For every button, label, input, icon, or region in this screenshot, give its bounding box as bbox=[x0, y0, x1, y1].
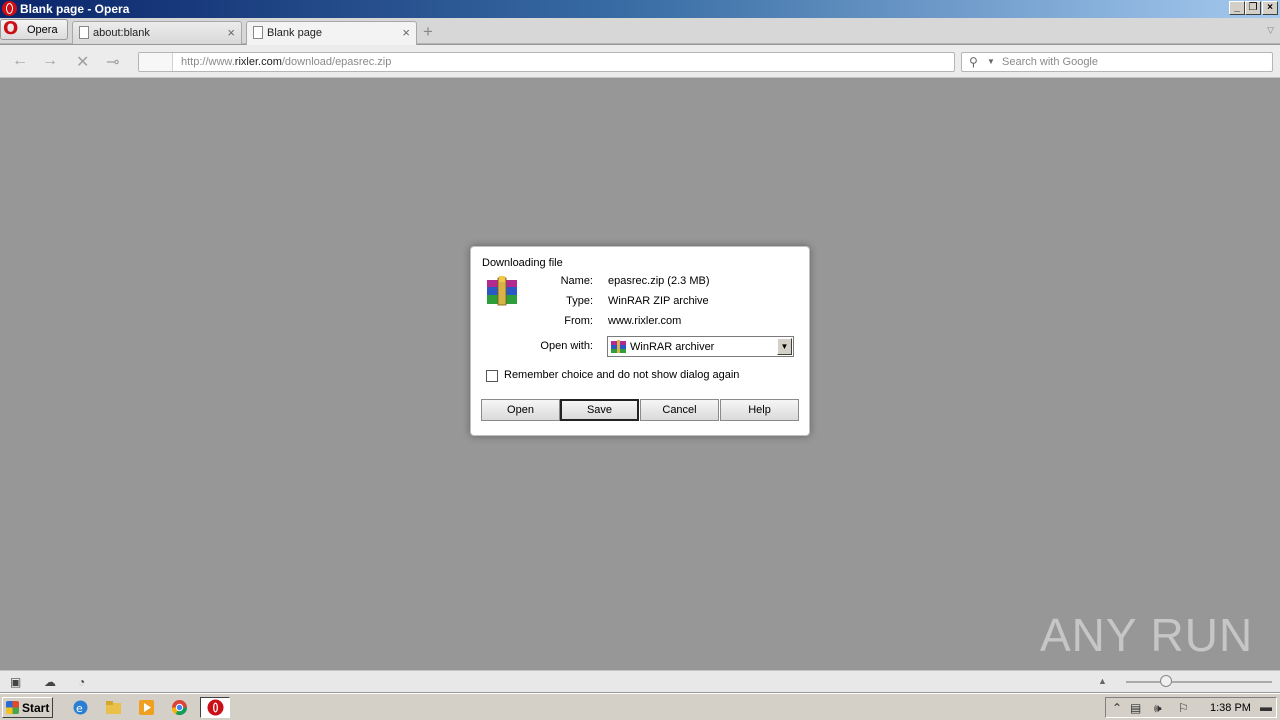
minimize-button[interactable]: _ bbox=[1229, 1, 1245, 15]
chrome-icon[interactable] bbox=[171, 699, 188, 716]
tab-about-blank[interactable]: about:blank × bbox=[72, 21, 242, 44]
window-title: Blank page - Opera bbox=[20, 2, 130, 16]
show-desktop-icon[interactable]: ▬ bbox=[1260, 700, 1272, 714]
tray-expand-icon[interactable]: ⌃ bbox=[1112, 701, 1122, 715]
opera-logo-icon bbox=[2, 1, 17, 16]
url-text: http://www.rixler.com/download/epasrec.z… bbox=[181, 56, 392, 68]
type-label: Type: bbox=[566, 295, 593, 307]
stop-icon[interactable]: ✕ bbox=[76, 52, 89, 72]
site-badge[interactable] bbox=[139, 53, 173, 71]
system-tray: ⌃ ▤ 🕪 ⚐ 1:38 PM ▬ bbox=[1105, 697, 1277, 718]
start-label: Start bbox=[22, 701, 50, 715]
taskbar-opera-button[interactable] bbox=[200, 697, 230, 718]
key-icon[interactable]: ⊸ bbox=[106, 52, 119, 72]
cancel-button[interactable]: Cancel bbox=[640, 399, 719, 421]
windows-logo-icon bbox=[6, 701, 19, 714]
name-value: epasrec.zip (2.3 MB) bbox=[608, 275, 710, 287]
zoom-up-icon[interactable]: ▲ bbox=[1098, 676, 1107, 686]
open-button[interactable]: Open bbox=[481, 399, 560, 421]
turbo-gauge-icon[interactable]: ◔ bbox=[78, 675, 85, 689]
anyrun-watermark: ANY RUN bbox=[1040, 609, 1254, 661]
remember-choice-checkbox[interactable] bbox=[486, 370, 498, 382]
open-with-value: WinRAR archiver bbox=[630, 341, 715, 353]
search-engine-dropdown-icon[interactable]: ▼ bbox=[987, 57, 995, 66]
search-input[interactable]: ⚲ ▼ Search with Google bbox=[961, 52, 1273, 72]
media-player-icon[interactable] bbox=[138, 699, 155, 716]
volume-icon[interactable]: 🕪 bbox=[1154, 701, 1162, 716]
opera-logo-icon bbox=[207, 699, 224, 716]
page-icon bbox=[253, 26, 263, 39]
restore-button[interactable]: ❐ bbox=[1245, 1, 1261, 15]
new-tab-icon[interactable]: + bbox=[423, 22, 433, 42]
status-bar: ▣ ☁ ◔ ▲ bbox=[0, 670, 1280, 692]
search-placeholder: Search with Google bbox=[1002, 56, 1098, 68]
dialog-title: Downloading file bbox=[482, 257, 563, 269]
tab-bar: O Opera about:blank × Blank page × + ▽ bbox=[0, 18, 1280, 45]
save-button[interactable]: Save bbox=[560, 399, 639, 421]
zoom-slider-handle[interactable] bbox=[1160, 675, 1172, 687]
from-label: From: bbox=[564, 315, 593, 327]
tab-menu-chevron-icon[interactable]: ▽ bbox=[1267, 25, 1274, 36]
search-icon: ⚲ bbox=[969, 55, 978, 69]
tab-label: Blank page bbox=[267, 27, 323, 39]
taskbar-clock[interactable]: 1:38 PM bbox=[1210, 702, 1251, 714]
close-window-button[interactable]: × bbox=[1262, 1, 1278, 15]
network-icon[interactable]: ▤ bbox=[1130, 701, 1141, 715]
type-value: WinRAR ZIP archive bbox=[608, 295, 709, 307]
start-button[interactable]: Start bbox=[2, 697, 53, 718]
internet-explorer-icon[interactable]: e bbox=[72, 699, 89, 716]
file-explorer-icon[interactable] bbox=[105, 699, 122, 716]
download-dialog: Downloading file Name: epasrec.zip (2.3 … bbox=[470, 246, 810, 436]
zoom-slider-track[interactable] bbox=[1126, 681, 1272, 683]
window-titlebar: Blank page - Opera _ ❐ × bbox=[0, 0, 1280, 18]
open-with-select[interactable]: WinRAR archiver ▼ bbox=[607, 336, 794, 357]
forward-icon[interactable]: → bbox=[42, 52, 58, 70]
help-button[interactable]: Help bbox=[720, 399, 799, 421]
remember-choice-label: Remember choice and do not show dialog a… bbox=[504, 369, 740, 381]
winrar-icon bbox=[611, 340, 626, 353]
opera-menu-label: Opera bbox=[27, 24, 58, 36]
address-bar[interactable]: http://www.rixler.com/download/epasrec.z… bbox=[138, 52, 955, 72]
panel-toggle-icon[interactable]: ▣ bbox=[10, 675, 21, 689]
page-icon bbox=[79, 26, 89, 39]
opera-logo-icon: O bbox=[3, 18, 19, 39]
back-icon[interactable]: ← bbox=[12, 52, 28, 70]
svg-text:e: e bbox=[76, 702, 83, 715]
tab-label: about:blank bbox=[93, 27, 150, 39]
chevron-down-icon[interactable]: ▼ bbox=[777, 338, 792, 355]
action-center-flag-icon[interactable]: ⚐ bbox=[1178, 701, 1189, 715]
close-tab-icon[interactable]: × bbox=[402, 25, 410, 40]
tab-blank-page[interactable]: Blank page × bbox=[246, 21, 417, 45]
navigation-bar: ← → ✕ ⊸ http://www.rixler.com/download/e… bbox=[0, 45, 1280, 78]
opera-menu-button[interactable]: O Opera bbox=[0, 19, 68, 40]
open-with-label: Open with: bbox=[540, 340, 593, 352]
windows-taskbar: Start e ⌃ ▤ 🕪 ⚐ 1:38 PM ▬ bbox=[0, 693, 1280, 720]
opera-unite-cloud-icon[interactable]: ☁ bbox=[44, 675, 56, 689]
name-label: Name: bbox=[560, 275, 593, 287]
from-value: www.rixler.com bbox=[608, 315, 682, 327]
close-tab-icon[interactable]: × bbox=[227, 25, 235, 40]
